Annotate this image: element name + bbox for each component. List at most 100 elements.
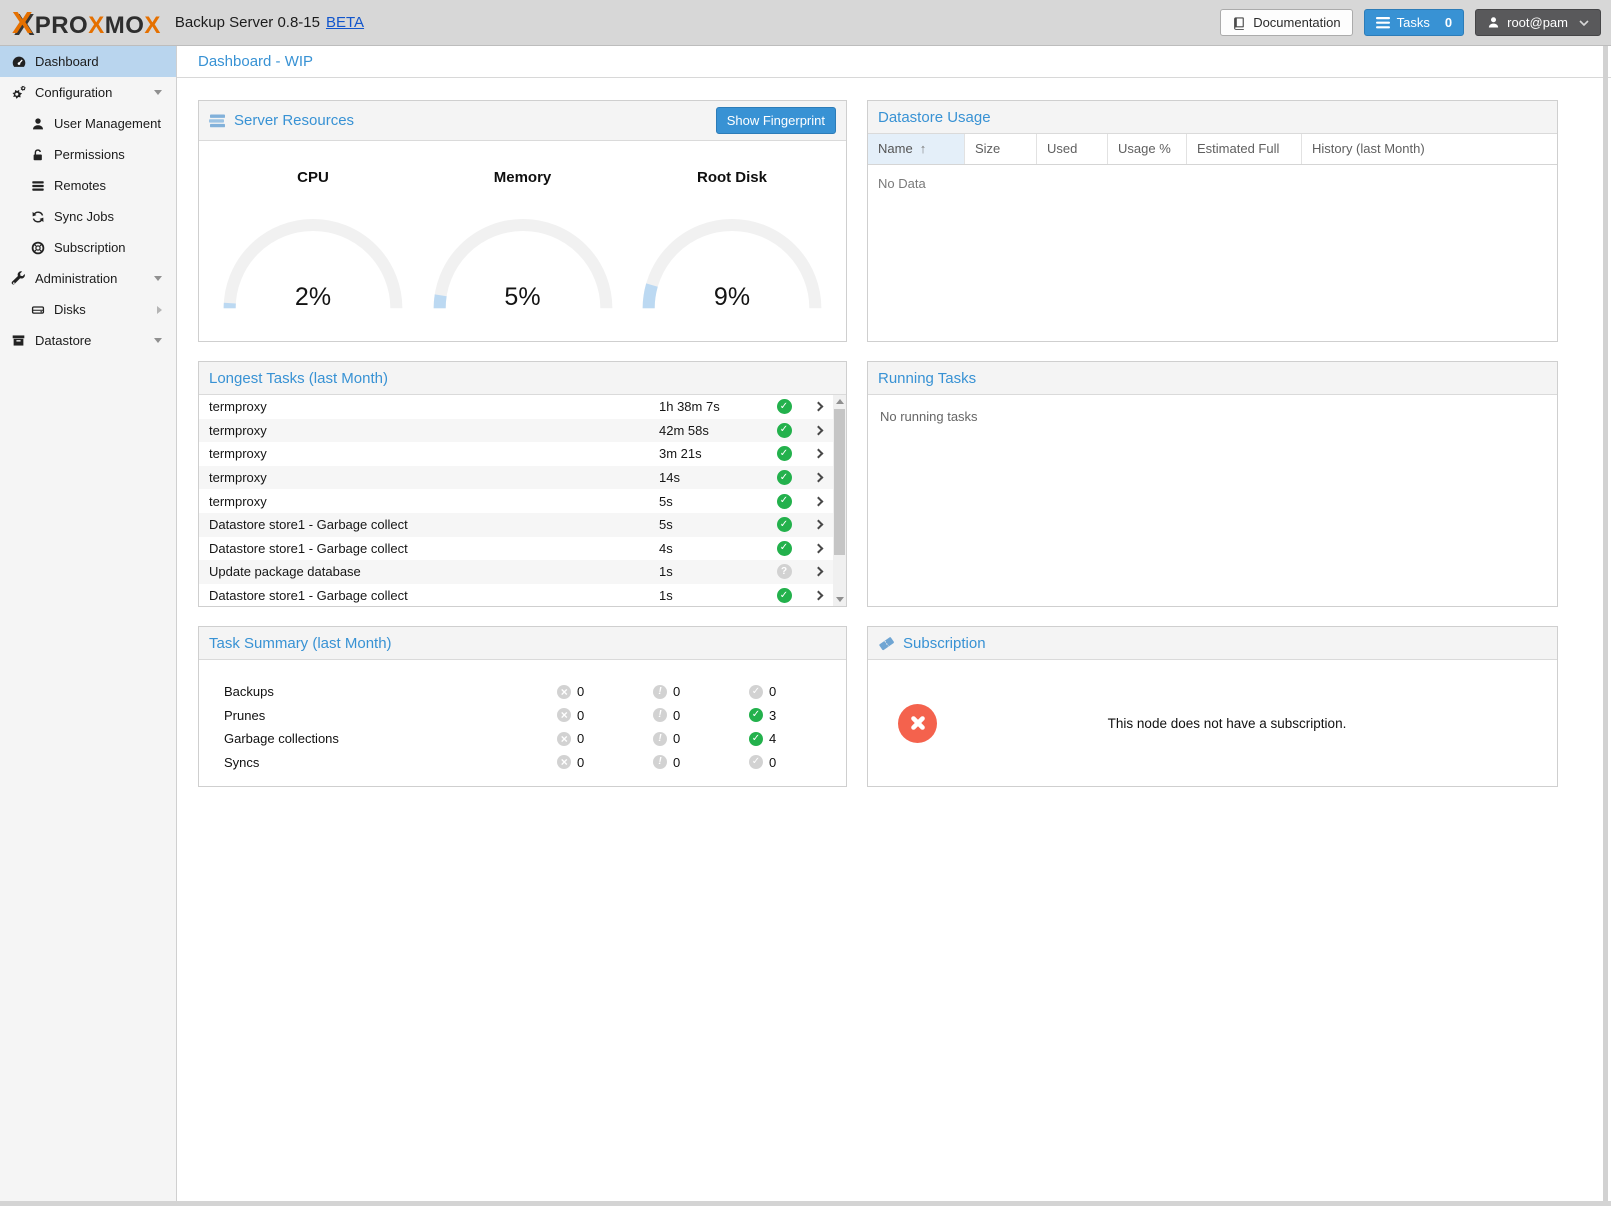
user-icon (1487, 16, 1500, 29)
task-row[interactable]: termproxy 1h 38m 7s (199, 395, 833, 419)
no-running-tasks-text: No running tasks (868, 395, 1557, 438)
task-list-icon (1376, 17, 1390, 29)
chevron-right-icon[interactable] (803, 592, 833, 599)
ok-icon (749, 732, 763, 746)
scrollbar[interactable] (833, 395, 846, 606)
gauge-memory: Memory 5% (423, 169, 623, 314)
page-title: Dashboard - WIP (177, 46, 1611, 78)
datastore-icon (10, 333, 27, 348)
chevron-down-icon (154, 276, 162, 281)
chevron-down-icon (154, 338, 162, 343)
scrollbar-thumb[interactable] (834, 409, 845, 555)
chevron-right-icon[interactable] (803, 521, 833, 528)
status-ok-icon (777, 470, 792, 485)
sidebar-item-datastore[interactable]: Datastore (0, 325, 176, 356)
chevron-right-icon[interactable] (803, 474, 833, 481)
task-row[interactable]: termproxy 42m 58s (199, 419, 833, 443)
chevron-right-icon[interactable] (803, 403, 833, 410)
tasks-button[interactable]: Tasks 0 (1364, 9, 1464, 36)
column-header-used[interactable]: Used (1037, 134, 1108, 164)
status-ok-icon (777, 399, 792, 414)
sidebar-item-remotes[interactable]: Remotes (0, 170, 176, 201)
chevron-right-icon[interactable] (803, 498, 833, 505)
warning-icon (653, 755, 667, 769)
task-row[interactable]: termproxy 14s (199, 466, 833, 490)
support-icon (29, 241, 46, 255)
ok-icon (749, 685, 763, 699)
panel-title: Server Resources (234, 112, 354, 129)
summary-row-syncs: Syncs 0 0 0 (224, 751, 846, 775)
gauge-root-disk: Root Disk 9% (632, 169, 832, 314)
no-data-text: No Data (868, 165, 1557, 202)
panel-title: Running Tasks (878, 370, 976, 387)
scroll-down-button[interactable] (833, 593, 846, 606)
gears-icon (10, 85, 27, 101)
sidebar-item-user-management[interactable]: User Management (0, 108, 176, 139)
sidebar: Dashboard Configuration User Management … (0, 46, 177, 1201)
status-ok-icon (777, 588, 792, 603)
status-ok-icon (777, 517, 792, 532)
gauge-cpu: CPU 2% (213, 169, 413, 314)
chevron-right-icon[interactable] (803, 568, 833, 575)
task-row[interactable]: Update package database 1s (199, 560, 833, 584)
column-header-estimated-full[interactable]: Estimated Full (1187, 134, 1302, 164)
sidebar-item-subscription[interactable]: Subscription (0, 232, 176, 263)
gauge-memory-value: 5% (423, 283, 623, 312)
panel-title: Task Summary (last Month) (209, 635, 392, 652)
sidebar-item-permissions[interactable]: Permissions (0, 139, 176, 170)
running-tasks-panel: Running Tasks No running tasks (867, 361, 1558, 607)
subscription-panel: Subscription This node does not have a s… (867, 626, 1558, 787)
sidebar-item-dashboard[interactable]: Dashboard (0, 46, 176, 77)
summary-row-backups: Backups 0 0 0 (224, 680, 846, 704)
chevron-right-icon[interactable] (803, 427, 833, 434)
datastore-table-header: Name Size Used Usage % Estimated Full Hi… (868, 134, 1557, 165)
sidebar-item-disks[interactable]: Disks (0, 294, 176, 325)
task-row[interactable]: Datastore store1 - Garbage collect 4s (199, 537, 833, 561)
scroll-up-button[interactable] (833, 395, 846, 408)
user-menu-button[interactable]: root@pam (1475, 9, 1601, 36)
task-row[interactable]: Datastore store1 - Garbage collect 5s (199, 513, 833, 537)
sync-icon (29, 210, 46, 224)
task-row[interactable]: termproxy 3m 21s (199, 442, 833, 466)
proxmox-logo: X PROXMOX (12, 7, 161, 38)
main-area: Dashboard - WIP Server Resources Show Fi… (177, 46, 1611, 1201)
book-icon (1232, 16, 1246, 30)
documentation-button[interactable]: Documentation (1220, 9, 1352, 36)
column-header-name[interactable]: Name (868, 134, 965, 164)
server-resources-panel: Server Resources Show Fingerprint CPU 2%… (198, 100, 847, 342)
ticket-icon (878, 636, 895, 651)
summary-row-prunes: Prunes 0 0 3 (224, 704, 846, 728)
proxmox-x-icon: X (12, 7, 33, 38)
product-title: Backup Server 0.8-15 (175, 14, 320, 31)
server-stack-icon (209, 114, 226, 128)
status-ok-icon (777, 541, 792, 556)
warning-icon (653, 685, 667, 699)
longest-tasks-list: termproxy 1h 38m 7s termproxy 42m 58s (199, 395, 833, 606)
beta-link[interactable]: BETA (326, 14, 364, 31)
sidebar-item-configuration[interactable]: Configuration (0, 77, 176, 108)
status-ok-icon (777, 494, 792, 509)
dashboard-icon (10, 54, 27, 70)
chevron-right-icon[interactable] (803, 450, 833, 457)
sidebar-item-administration[interactable]: Administration (0, 263, 176, 294)
gauge-cpu-value: 2% (213, 283, 413, 312)
chevron-right-icon[interactable] (803, 545, 833, 552)
error-icon (557, 708, 571, 722)
summary-row-garbage-collections: Garbage collections 0 0 4 (224, 727, 846, 751)
column-header-history[interactable]: History (last Month) (1302, 134, 1557, 164)
show-fingerprint-button[interactable]: Show Fingerprint (716, 107, 836, 134)
chevron-right-icon (157, 306, 162, 314)
task-row[interactable]: Datastore store1 - Garbage collect 1s (199, 584, 833, 606)
proxmox-wordmark: PROXMOX (35, 14, 161, 38)
wrench-icon (10, 271, 27, 286)
remotes-icon (29, 179, 46, 193)
panel-title: Datastore Usage (878, 109, 991, 126)
datastore-usage-panel: Datastore Usage Name Size Used Usage % E… (867, 100, 1558, 342)
subscription-message: This node does not have a subscription. (937, 716, 1557, 731)
task-row[interactable]: termproxy 5s (199, 489, 833, 513)
gauge-root-disk-value: 9% (632, 283, 832, 312)
column-header-usage[interactable]: Usage % (1108, 134, 1187, 164)
longest-tasks-panel: Longest Tasks (last Month) termproxy 1h … (198, 361, 847, 607)
sidebar-item-sync-jobs[interactable]: Sync Jobs (0, 201, 176, 232)
column-header-size[interactable]: Size (965, 134, 1037, 164)
